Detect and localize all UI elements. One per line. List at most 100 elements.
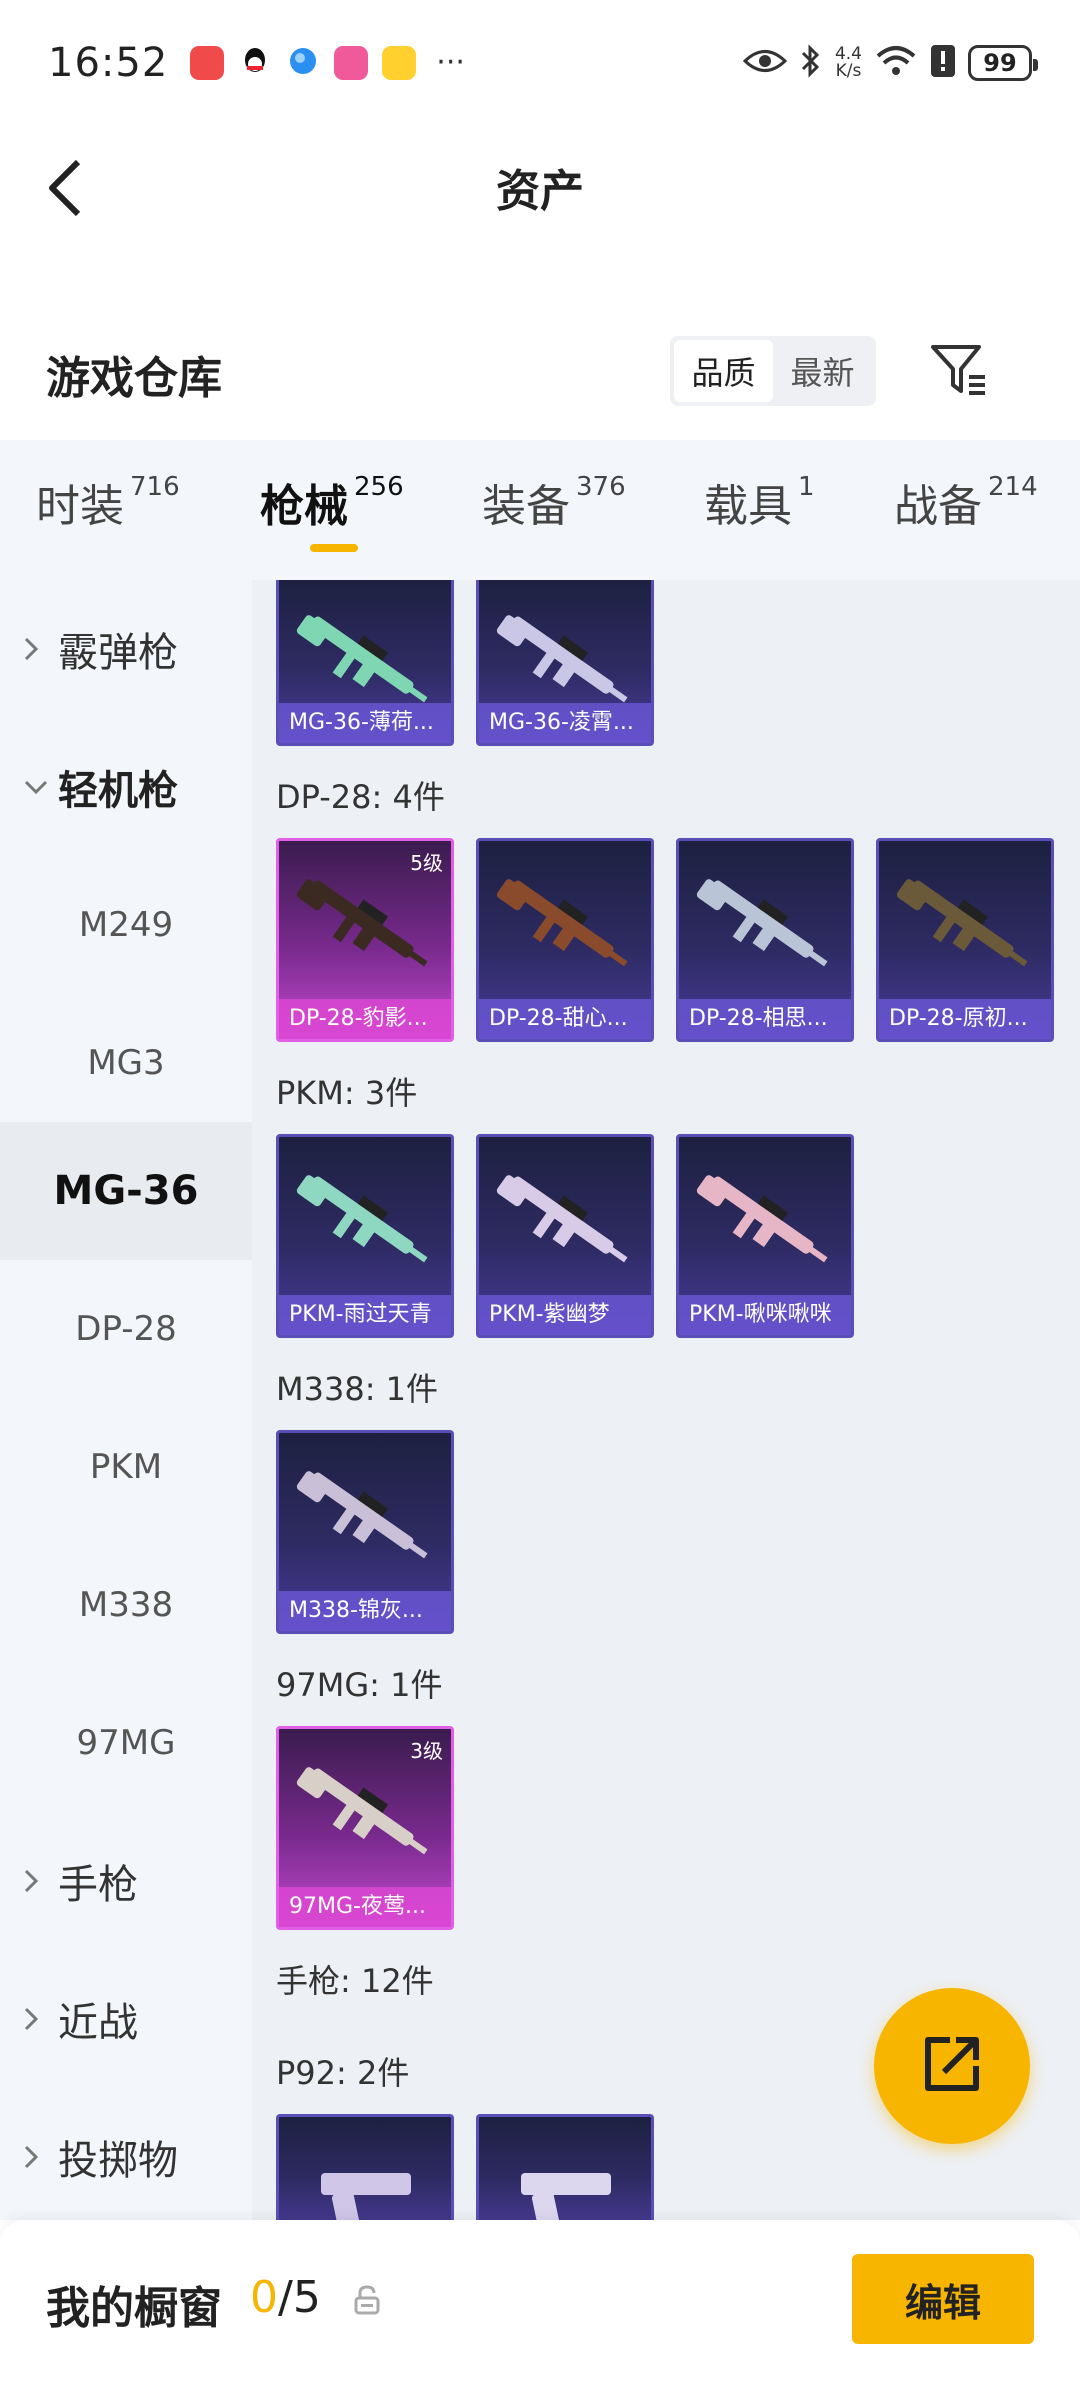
showcase-current: 0 <box>250 2272 278 2323</box>
category-tabs: 时装 716 枪械 256 装备 376 载具 1 战备 214 <box>0 440 1080 580</box>
weapon-card[interactable]: PKM-紫幽梦 <box>476 1134 654 1338</box>
sidebar-item-melee[interactable]: 近战 <box>0 1950 252 2088</box>
level-badge: 3级 <box>410 1739 443 1763</box>
sidebar-item-label: 手枪 <box>58 1862 138 1908</box>
sidebar-item-label: 霰弹枪 <box>58 630 178 676</box>
tab-count: 256 <box>354 472 404 502</box>
qq-icon <box>238 44 272 82</box>
rifle-icon <box>691 857 841 987</box>
showcase-count: 0/5 <box>250 2272 321 2323</box>
sidebar-item-label: 投掷物 <box>58 2138 178 2184</box>
net-speed-value: 4.4 <box>834 43 862 64</box>
sidebar-item-m249[interactable]: M249 <box>0 856 252 994</box>
section-title-dp28: DP-28: 4件 <box>276 778 445 816</box>
page-title: 资产 <box>496 166 584 217</box>
system-status: 4.4 K/s 99 <box>742 43 1038 83</box>
weapon-card[interactable]: PKM-啾咪啾咪 <box>676 1134 854 1338</box>
tab-fashion[interactable]: 时装 716 <box>36 470 180 534</box>
sort-newest-button[interactable]: 最新 <box>773 340 872 402</box>
weapon-card[interactable]: DP-28-原初... <box>876 838 1054 1042</box>
rifle-icon <box>291 1745 441 1875</box>
rifle-icon <box>491 1153 641 1283</box>
active-tab-indicator <box>310 544 358 552</box>
tab-equipment[interactable]: 装备 376 <box>482 470 626 534</box>
sort-quality-button[interactable]: 品质 <box>674 340 773 402</box>
sidebar-item-pistol[interactable]: 手枪 <box>0 1812 252 1950</box>
chevron-right-icon <box>22 635 50 663</box>
weapon-name: M338-锦灰... <box>279 1591 451 1631</box>
sidebar-item-throwables[interactable]: 投掷物 <box>0 2088 252 2220</box>
weapon-name: MG-36-薄荷... <box>279 703 451 743</box>
net-speed-unit: K/s <box>835 60 862 81</box>
weapon-name: PKM-紫幽梦 <box>479 1295 651 1335</box>
weapon-name: PKM-啾咪啾咪 <box>679 1295 851 1335</box>
section-title-pkm: PKM: 3件 <box>276 1074 418 1112</box>
weapon-name: DP-28-相思... <box>679 999 851 1039</box>
weapon-card[interactable]: 3级 97MG-夜莺... <box>276 1726 454 1930</box>
tab-count: 1 <box>798 472 815 502</box>
rifle-icon <box>891 857 1041 987</box>
weapon-card[interactable] <box>276 2114 454 2220</box>
section-title-97mg: 97MG: 1件 <box>276 1666 443 1704</box>
tab-firearms[interactable]: 枪械 256 <box>260 470 404 534</box>
sidebar-item-label: 近战 <box>58 2000 138 2046</box>
sidebar-item-pkm[interactable]: PKM <box>0 1398 252 1536</box>
sidebar-item-mg36[interactable]: MG-36 <box>0 1122 252 1260</box>
weapon-card[interactable]: M338-锦灰... <box>276 1430 454 1634</box>
tab-label: 战备 <box>894 481 982 532</box>
rifle-icon <box>291 1449 441 1579</box>
tab-count: 716 <box>130 472 180 502</box>
sidebar-item-lmg[interactable]: 轻机枪 <box>0 718 252 856</box>
chevron-right-icon <box>22 1867 50 1895</box>
share-button[interactable] <box>874 1988 1030 2144</box>
tab-label: 装备 <box>482 481 570 532</box>
tab-supplies[interactable]: 战备 214 <box>894 470 1038 534</box>
chevron-right-icon <box>22 2005 50 2033</box>
sidebar-item-dp28[interactable]: DP-28 <box>0 1260 252 1398</box>
alert-icon <box>930 44 956 82</box>
eye-icon <box>742 46 788 80</box>
weapon-card[interactable]: DP-28-相思... <box>676 838 854 1042</box>
blue-app-icon <box>286 44 320 82</box>
showcase-total: 5 <box>292 2272 321 2323</box>
red-app-icon <box>190 45 225 80</box>
rifle-icon <box>291 1153 441 1283</box>
title-bar: 资产 <box>0 125 1080 250</box>
weapon-name: MG-36-凌霄... <box>479 703 651 743</box>
tab-vehicles[interactable]: 载具 1 <box>704 470 815 534</box>
tab-label: 枪械 <box>260 481 348 532</box>
tab-count: 214 <box>988 472 1038 502</box>
weapon-name: DP-28-豹影... <box>279 999 451 1039</box>
weapon-card[interactable]: DP-28-甜心... <box>476 838 654 1042</box>
filter-icon <box>929 341 989 401</box>
rifle-icon <box>491 857 641 987</box>
warehouse-header: 游戏仓库 品质 最新 <box>0 320 1080 440</box>
section-title-m338: M338: 1件 <box>276 1370 439 1408</box>
filter-button[interactable] <box>926 338 992 404</box>
section-title-p92: P92: 2件 <box>276 2054 410 2092</box>
weapon-card[interactable]: 5级 DP-28-豹影... <box>276 838 454 1042</box>
sidebar-item-mg3[interactable]: MG3 <box>0 994 252 1132</box>
sidebar-item-97mg[interactable]: 97MG <box>0 1674 252 1812</box>
weapon-card[interactable]: MG-36-薄荷... <box>276 580 454 746</box>
lock-icon <box>352 2284 382 2316</box>
level-badge: 5级 <box>410 851 443 875</box>
weapon-card[interactable]: MG-36-凌霄... <box>476 580 654 746</box>
status-bar: 16:52 ··· 4.4 K/s 99 <box>0 0 1080 125</box>
notification-icons: ··· <box>190 44 465 82</box>
pistol-icon <box>491 2133 641 2220</box>
net-speed: 4.4 K/s <box>834 43 862 81</box>
pink-app-icon <box>334 45 369 80</box>
weapon-name: DP-28-原初... <box>879 999 1051 1039</box>
edit-showcase-button[interactable]: 编辑 <box>852 2254 1034 2344</box>
showcase-separator: / <box>278 2272 293 2323</box>
bluetooth-icon <box>799 43 823 83</box>
weapon-name: PKM-雨过天青 <box>279 1295 451 1335</box>
weapon-card[interactable]: PKM-雨过天青 <box>276 1134 454 1338</box>
sidebar-item-shotgun[interactable]: 霰弹枪 <box>0 580 252 718</box>
rifle-icon <box>691 1153 841 1283</box>
weapon-card[interactable] <box>476 2114 654 2220</box>
share-icon <box>920 2032 984 2100</box>
chevron-down-icon <box>22 778 50 796</box>
sidebar-item-m338[interactable]: M338 <box>0 1536 252 1674</box>
